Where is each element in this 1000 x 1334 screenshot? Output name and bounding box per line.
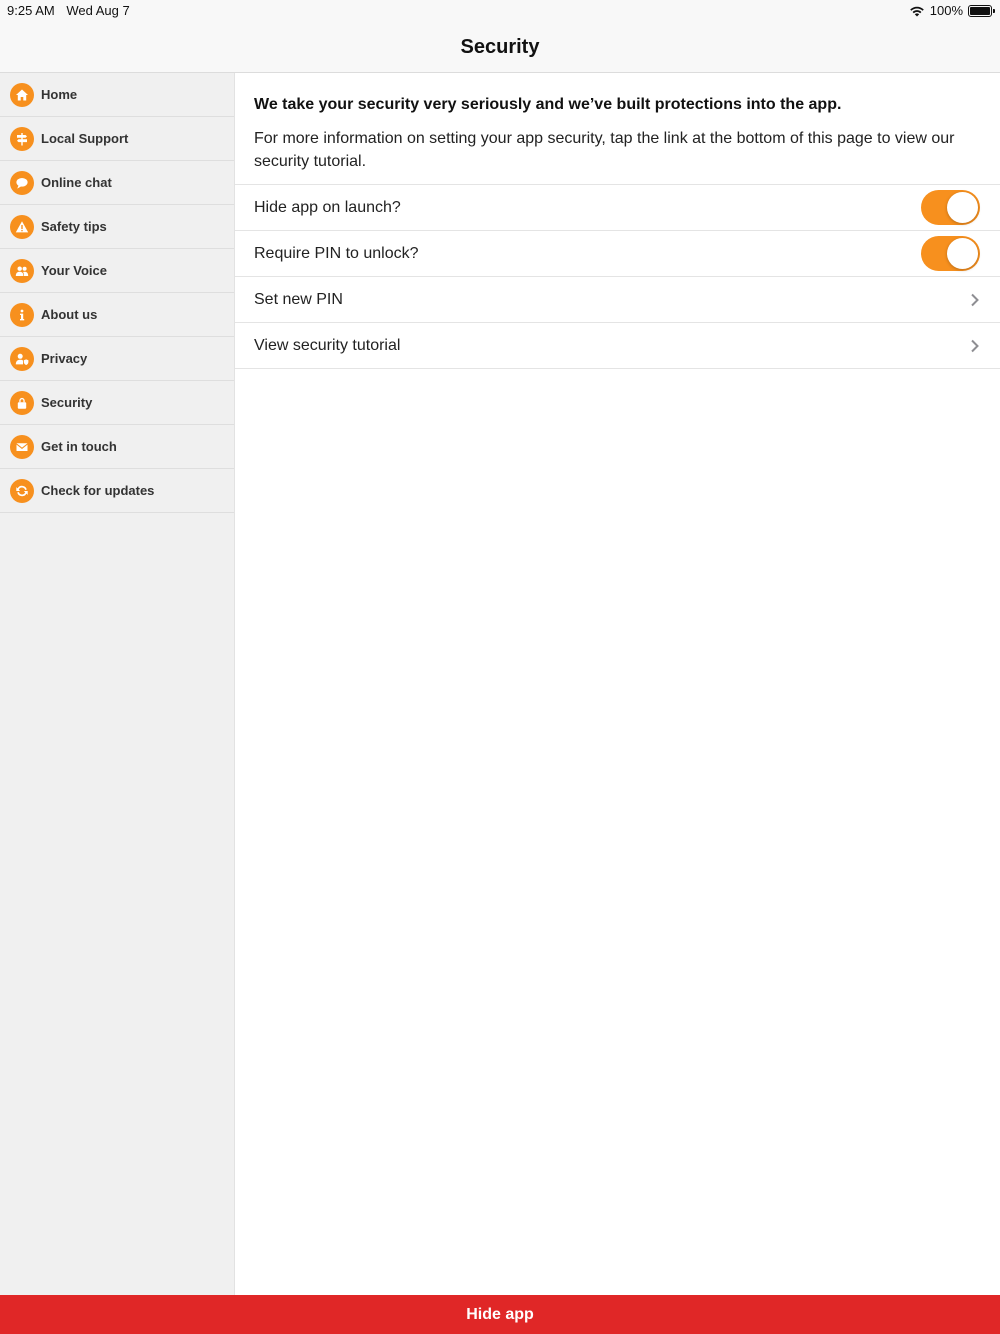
sidebar-item-label: Get in touch (41, 439, 117, 454)
set-new-pin-row[interactable]: Set new PIN (235, 277, 1000, 323)
status-date: Wed Aug 7 (66, 3, 130, 18)
info-icon (10, 302, 34, 327)
battery-percentage: 100% (929, 3, 963, 18)
sidebar-item-local-support[interactable]: Local Support (0, 117, 234, 161)
hide-on-launch-row: Hide app on launch? (235, 185, 1000, 231)
sidebar-item-check-for-updates[interactable]: Check for updates (0, 469, 234, 513)
signpost-icon (10, 126, 34, 151)
sidebar-item-safety-tips[interactable]: Safety tips (0, 205, 234, 249)
sidebar-item-label: Privacy (41, 351, 88, 366)
sidebar-item-label: Safety tips (41, 219, 107, 234)
refresh-icon (10, 478, 34, 503)
hide-app-label: Hide app (466, 1305, 534, 1323)
view-security-tutorial-row[interactable]: View security tutorial (235, 323, 1000, 369)
lock-icon (10, 390, 34, 415)
sidebar-item-about-us[interactable]: About us (0, 293, 234, 337)
sidebar-item-label: Home (41, 87, 78, 102)
sidebar-item-online-chat[interactable]: Online chat (0, 161, 234, 205)
toggle-knob (947, 238, 978, 269)
sidebar-item-label: Local Support (41, 131, 129, 146)
wifi-icon (909, 6, 924, 16)
chat-icon (10, 170, 34, 195)
navigation-bar: Security (0, 22, 1000, 73)
sidebar-item-label: Online chat (41, 175, 112, 190)
chevron-right-icon (971, 339, 979, 352)
privacy-user-icon (10, 346, 34, 371)
sidebar-item-label: About us (41, 307, 98, 322)
sidebar-item-label: Security (41, 395, 93, 410)
home-icon (10, 82, 34, 107)
toggle-knob (947, 192, 978, 223)
status-time-date: 9:25 AM Wed Aug 7 (7, 3, 138, 18)
require-pin-row: Require PIN to unlock? (235, 231, 1000, 277)
hide-on-launch-label: Hide app on launch? (254, 198, 401, 216)
status-indicators: 100% (909, 3, 995, 18)
intro-heading: We take your security very seriously and… (254, 96, 842, 113)
warning-icon (10, 214, 34, 239)
chevron-right-icon (971, 293, 979, 306)
intro-description: For more information on setting your app… (254, 130, 955, 170)
security-settings-list: Hide app on launch? Require PIN to unloc… (235, 184, 1000, 369)
sidebar-item-home[interactable]: Home (0, 73, 234, 117)
security-intro: We take your security very seriously and… (235, 73, 1000, 184)
sidebar: Home Local Support Online chat Safety ti… (0, 73, 235, 1295)
battery-icon (968, 4, 995, 17)
sidebar-item-security[interactable]: Security (0, 381, 234, 425)
status-time: 9:25 AM (7, 3, 55, 18)
people-icon (10, 258, 34, 283)
require-pin-toggle[interactable] (921, 236, 980, 271)
status-bar: 9:25 AM Wed Aug 7 100% (0, 0, 1000, 22)
sidebar-item-label: Your Voice (41, 263, 107, 278)
hide-app-button[interactable]: Hide app (0, 1295, 1000, 1334)
sidebar-item-label: Check for updates (41, 483, 155, 498)
set-new-pin-label: Set new PIN (254, 290, 343, 308)
security-content: We take your security very seriously and… (235, 73, 1000, 1295)
envelope-icon (10, 434, 34, 459)
sidebar-item-privacy[interactable]: Privacy (0, 337, 234, 381)
view-security-tutorial-label: View security tutorial (254, 336, 401, 354)
sidebar-item-your-voice[interactable]: Your Voice (0, 249, 234, 293)
page-title: Security (460, 35, 540, 58)
sidebar-item-get-in-touch[interactable]: Get in touch (0, 425, 234, 469)
require-pin-label: Require PIN to unlock? (254, 244, 419, 262)
hide-on-launch-toggle[interactable] (921, 190, 980, 225)
